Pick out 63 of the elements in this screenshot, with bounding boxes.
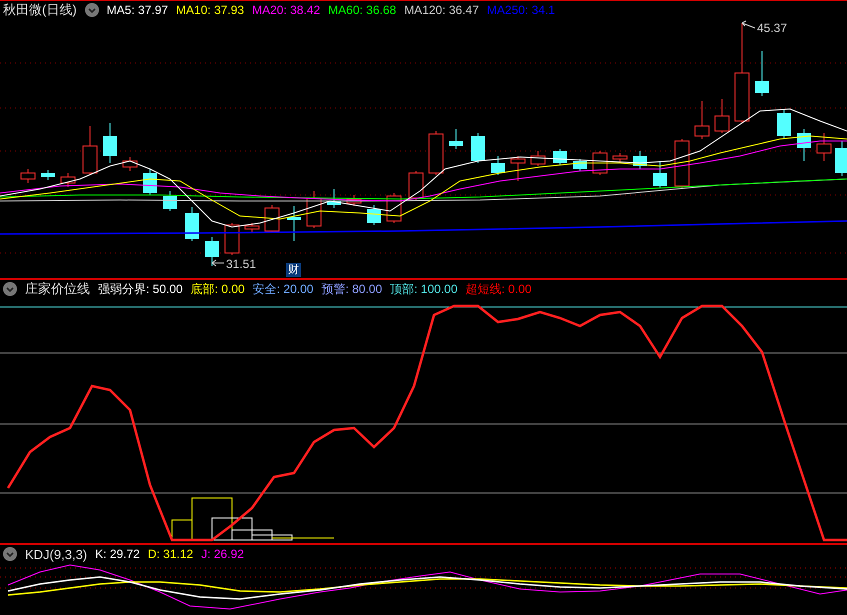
- indicator-value: 强弱分界: 50.00: [98, 280, 183, 298]
- candlestick: [553, 148, 567, 166]
- candlestick: [367, 204, 381, 226]
- candlestick: [264, 204, 280, 234]
- indicator-value: MA10: 37.93: [176, 3, 244, 17]
- candlestick: [185, 206, 199, 242]
- candlestick: [510, 156, 526, 182]
- leader-line: [212, 260, 224, 266]
- indicator-value: MA60: 36.68: [328, 3, 396, 17]
- candlestick: [777, 108, 791, 140]
- candlestick: [573, 158, 587, 172]
- candlestick: [653, 160, 667, 188]
- low-price-label: 31.51: [226, 257, 256, 271]
- indicator-value: 底部: 0.00: [190, 280, 245, 298]
- candlestick: [60, 172, 76, 188]
- candlestick: [327, 188, 341, 208]
- candlestick: [224, 222, 240, 256]
- candlestick: [244, 222, 260, 232]
- indicator-value: MA20: 38.42: [252, 3, 320, 17]
- candlestick: [816, 132, 832, 162]
- candlestick: [41, 170, 55, 180]
- candlestick: [633, 150, 647, 170]
- candlestick: [346, 194, 362, 206]
- collapse-icon[interactable]: [3, 547, 17, 561]
- indicator-value: 预警: 80.00: [321, 280, 382, 298]
- candlestick: [797, 128, 811, 162]
- candlestick: [287, 206, 301, 242]
- candlestick: [103, 122, 117, 164]
- candlestick: [612, 152, 628, 162]
- indicator-value: 安全: 20.00: [252, 280, 314, 298]
- collapse-icon[interactable]: [84, 3, 99, 17]
- indicator-value: J: 26.92: [201, 547, 244, 561]
- candlestick: [143, 168, 157, 196]
- candlestick: [835, 140, 847, 176]
- indicator-value: MA120: 36.47: [404, 3, 479, 17]
- indicator-value: MA5: 37.97: [106, 3, 168, 17]
- candlestick: [122, 156, 138, 172]
- candlestick: [205, 236, 219, 266]
- candlestick: [694, 100, 710, 140]
- candlestick: [491, 156, 505, 176]
- indicator-value: D: 31.12: [148, 547, 194, 561]
- news-marker[interactable]: 财: [286, 263, 301, 277]
- high-price-label: 45.37: [757, 21, 788, 35]
- collapse-icon[interactable]: [3, 282, 17, 296]
- indicator-value: K: 29.72: [95, 547, 140, 561]
- candlestick: [674, 138, 690, 188]
- candlestick: [82, 126, 98, 176]
- candlestick: [530, 150, 546, 166]
- indicator-value: MA250: 34.1: [486, 3, 555, 17]
- stock-title: 秋田微(日线): [3, 1, 77, 19]
- candlestick: [755, 50, 769, 96]
- indicator-title: 庄家价位线: [25, 280, 90, 298]
- candlestick: [449, 128, 463, 150]
- indicator-title: KDJ(9,3,3): [25, 546, 88, 562]
- candlestick: [714, 98, 730, 134]
- candlestick: [471, 132, 485, 164]
- indicator-value: 超短线: 0.00: [466, 280, 532, 298]
- candlestick: [163, 190, 177, 212]
- candlestick: [428, 130, 444, 176]
- indicator-value: 顶部: 100.00: [390, 280, 458, 298]
- candlestick: [20, 168, 36, 184]
- leader-line: [742, 20, 756, 28]
- candlestick: [408, 170, 424, 200]
